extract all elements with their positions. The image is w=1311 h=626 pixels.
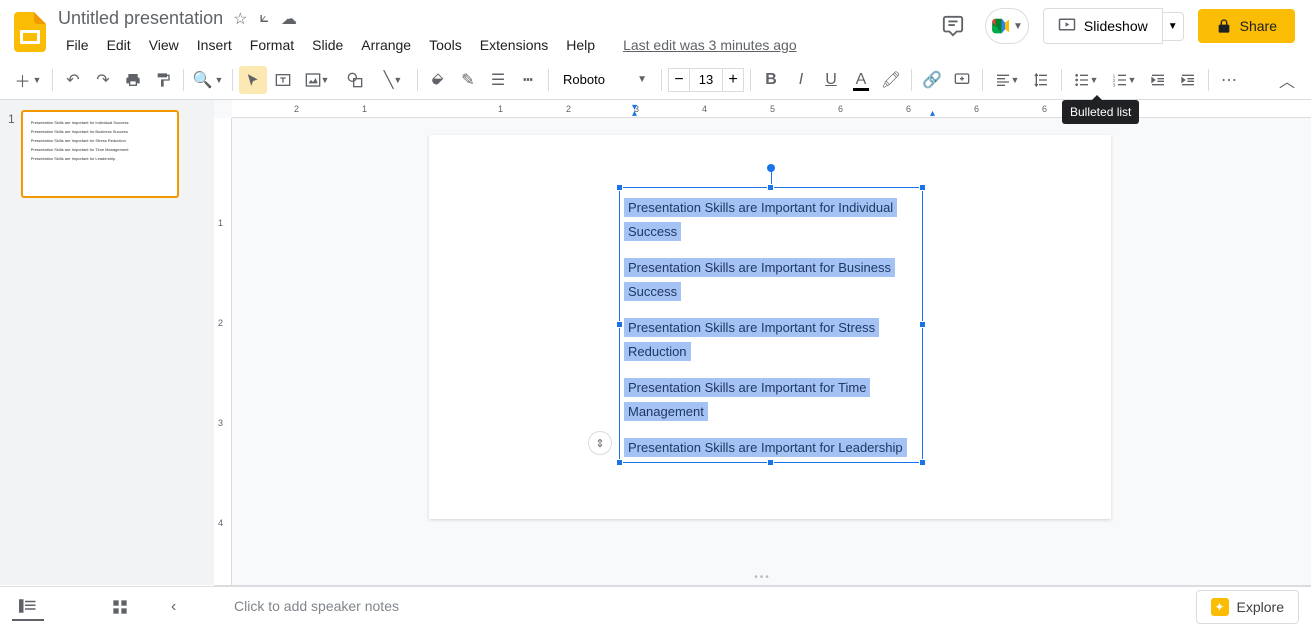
line-spacing-button[interactable]: [1027, 66, 1055, 94]
border-weight-button[interactable]: ☰: [484, 66, 512, 94]
toolbar: ＋ ▼ ↶ ↷ 🔍 ▼ ▼ ╲ ▼ ✎ ☰ ┅ Roboto▼ − + B I …: [0, 60, 1311, 100]
menu-help[interactable]: Help: [558, 33, 603, 57]
drag-handle-icon[interactable]: ⇕: [588, 431, 612, 455]
bulleted-list-button[interactable]: ▼: [1068, 66, 1104, 94]
fill-color-button[interactable]: [424, 66, 452, 94]
svg-text:3: 3: [1112, 82, 1115, 87]
header: Untitled presentation ☆ ⟀ ☁ File Edit Vi…: [0, 0, 1311, 60]
text-content[interactable]: Presentation Skills are Important for In…: [620, 188, 922, 460]
undo-button[interactable]: ↶: [59, 66, 87, 94]
document-title[interactable]: Untitled presentation: [58, 8, 223, 29]
menu-arrange[interactable]: Arrange: [353, 33, 419, 57]
play-icon: [1058, 17, 1076, 35]
font-size-input[interactable]: [690, 68, 722, 92]
slide-panel: 1 Presentation Skills are Important for …: [0, 100, 214, 585]
menu-view[interactable]: View: [141, 33, 187, 57]
resize-handle-n[interactable]: [767, 184, 774, 191]
footer: ‹ ✦ Explore: [0, 586, 1311, 626]
line-tool[interactable]: ╲ ▼: [375, 66, 411, 94]
slideshow-button[interactable]: Slideshow: [1043, 8, 1163, 44]
resize-handle-se[interactable]: [919, 459, 926, 466]
horizontal-ruler[interactable]: 2 1 1 2 3 4 5 6 6 6 6 ▾ ▴ ▴: [232, 100, 1311, 118]
menu-edit[interactable]: Edit: [99, 33, 139, 57]
new-slide-button[interactable]: ＋ ▼: [10, 66, 46, 94]
comment-button[interactable]: [948, 66, 976, 94]
italic-button[interactable]: I: [787, 66, 815, 94]
selected-textbox[interactable]: Presentation Skills are Important for In…: [619, 187, 923, 463]
collapse-toolbar-button[interactable]: ︿: [1273, 66, 1301, 94]
border-color-button[interactable]: ✎: [454, 66, 482, 94]
font-family-select[interactable]: Roboto▼: [555, 67, 655, 93]
slide-thumbnail[interactable]: Presentation Skills are Important for In…: [21, 110, 179, 198]
indent-right-button[interactable]: [1174, 66, 1202, 94]
select-tool[interactable]: [239, 66, 267, 94]
menu-extensions[interactable]: Extensions: [472, 33, 556, 57]
slideshow-dropdown[interactable]: ▼: [1163, 12, 1184, 41]
star-icon[interactable]: ☆: [233, 9, 247, 29]
move-icon[interactable]: ⟀: [259, 9, 269, 29]
collapse-panel-button[interactable]: ‹: [171, 598, 176, 616]
last-edit-link[interactable]: Last edit was 3 minutes ago: [615, 33, 805, 57]
resize-handle-s[interactable]: [767, 459, 774, 466]
resize-handle-ne[interactable]: [919, 184, 926, 191]
font-size-decrease[interactable]: −: [668, 68, 690, 92]
text-color-button[interactable]: A: [847, 66, 875, 94]
resize-handle-nw[interactable]: [616, 184, 623, 191]
resize-handle-w[interactable]: [616, 321, 623, 328]
menu-slide[interactable]: Slide: [304, 33, 351, 57]
lock-icon: [1216, 18, 1232, 34]
shape-tool[interactable]: [337, 66, 373, 94]
meet-button[interactable]: ▼: [985, 8, 1029, 44]
resize-handle-sw[interactable]: [616, 459, 623, 466]
menu-format[interactable]: Format: [242, 33, 302, 57]
zoom-button[interactable]: 🔍 ▼: [190, 66, 226, 94]
menu-insert[interactable]: Insert: [189, 33, 240, 57]
more-button[interactable]: ⋯: [1215, 66, 1243, 94]
notes-resize-handle[interactable]: •••: [754, 572, 771, 583]
menu-file[interactable]: File: [58, 33, 97, 57]
underline-button[interactable]: U: [817, 66, 845, 94]
highlight-button[interactable]: 🖍: [877, 66, 905, 94]
share-button[interactable]: Share: [1198, 9, 1295, 43]
tooltip: Bulleted list: [1062, 100, 1139, 124]
image-tool[interactable]: ▼: [299, 66, 335, 94]
slide-number: 1: [8, 112, 15, 126]
cloud-icon[interactable]: ☁: [281, 9, 297, 29]
menu-bar: File Edit View Insert Format Slide Arran…: [58, 33, 935, 57]
numbered-list-button[interactable]: 123 ▼: [1106, 66, 1142, 94]
comments-icon[interactable]: [935, 8, 971, 44]
bold-button[interactable]: B: [757, 66, 785, 94]
main-area: 1 Presentation Skills are Important for …: [0, 100, 1311, 585]
indent-left-button[interactable]: [1144, 66, 1172, 94]
vertical-ruler[interactable]: 1 2 3 4: [214, 118, 232, 585]
grid-view-button[interactable]: [104, 593, 136, 621]
title-area: Untitled presentation ☆ ⟀ ☁ File Edit Vi…: [50, 8, 935, 57]
link-button[interactable]: 🔗: [918, 66, 946, 94]
print-button[interactable]: [119, 66, 147, 94]
paint-format-button[interactable]: [149, 66, 177, 94]
explore-button[interactable]: ✦ Explore: [1196, 590, 1299, 624]
redo-button[interactable]: ↷: [89, 66, 117, 94]
slide-canvas[interactable]: Presentation Skills are Important for In…: [429, 135, 1111, 519]
resize-handle-e[interactable]: [919, 321, 926, 328]
textbox-tool[interactable]: [269, 66, 297, 94]
slides-logo[interactable]: [10, 12, 50, 52]
slideshow-button-group: Slideshow ▼: [1043, 8, 1184, 44]
filmstrip-view-button[interactable]: [12, 593, 44, 621]
menu-tools[interactable]: Tools: [421, 33, 470, 57]
explore-icon: ✦: [1211, 598, 1229, 616]
border-dash-button[interactable]: ┅: [514, 66, 542, 94]
align-button[interactable]: ▼: [989, 66, 1025, 94]
canvas-area: 2 1 1 2 3 4 5 6 6 6 6 ▾ ▴ ▴ 1 2 3 4: [214, 100, 1311, 585]
font-size-increase[interactable]: +: [722, 68, 744, 92]
